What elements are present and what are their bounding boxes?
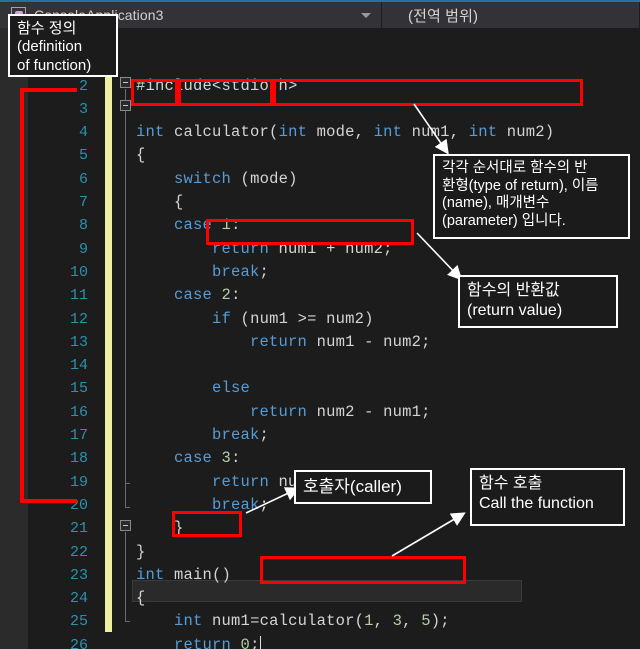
annotation-line: (return value) bbox=[467, 301, 563, 319]
line-number: 26 bbox=[69, 636, 88, 649]
code-line-row[interactable]: 25 return 0; bbox=[0, 587, 640, 649]
highlight-function-call bbox=[260, 556, 466, 584]
annotation-line: 함수의 반환값 bbox=[467, 282, 560, 299]
annotation-line: 각각 순서대로 함수의 반 bbox=[442, 160, 588, 176]
annotation-line: 환형(type of return), 이름 bbox=[442, 177, 599, 194]
code-lines: 1 #include<stdio.h> 2 3 int calculator(i… bbox=[0, 28, 640, 649]
annotation-definition-of-function: 함수 정의 (definition of function) bbox=[8, 14, 118, 77]
highlight-parameters bbox=[273, 79, 583, 106]
annotation-line: (parameter) 입니다. bbox=[442, 213, 566, 230]
annotation-line: (name), 매개변수 bbox=[442, 195, 550, 212]
highlight-main-function-name bbox=[172, 511, 242, 537]
annotation-line: 호출자(caller) bbox=[303, 476, 402, 496]
annotation-signature-explanation: 각각 순서대로 함수의 반 환형(type of return), 이름 (na… bbox=[433, 154, 630, 239]
code-line-row[interactable]: 18 return num1*num2; bbox=[0, 424, 640, 490]
fold-toggle-function-calculator[interactable] bbox=[120, 77, 131, 88]
highlight-function-name bbox=[178, 79, 273, 106]
code-line-row[interactable]: 15 return num2 - num1; bbox=[0, 354, 640, 420]
visual-studio-editor-screenshot: ConsoleApplication3 (전역 범위) 1 #include<s… bbox=[0, 0, 640, 649]
chevron-down-icon[interactable] bbox=[361, 12, 371, 18]
code-line-row[interactable]: 16 break; bbox=[0, 377, 640, 444]
fold-guide-main bbox=[125, 532, 126, 622]
change-marker-unsaved bbox=[105, 72, 112, 632]
code-folding-column[interactable] bbox=[118, 28, 140, 628]
code-line-row[interactable]: 14 else bbox=[0, 331, 640, 397]
annotation-line: 함수 정의 bbox=[17, 20, 77, 37]
annotation-line: 함수 호출 bbox=[479, 475, 543, 492]
member-scope-dropdown[interactable]: (전역 범위) bbox=[382, 2, 640, 28]
highlight-return-statement bbox=[206, 219, 414, 245]
code-line-row[interactable]: 5 switch (mode) bbox=[0, 121, 640, 187]
annotation-line: of function) bbox=[17, 56, 92, 74]
fold-guide-end-calculator bbox=[125, 507, 130, 508]
annotation-line: (definition bbox=[17, 38, 83, 56]
fold-toggle-switch[interactable] bbox=[120, 100, 131, 111]
code-line-row[interactable]: 17 case 3: bbox=[0, 401, 640, 467]
fold-guide-end-main bbox=[125, 621, 130, 622]
fold-toggle-function-main[interactable] bbox=[120, 520, 131, 531]
annotation-return-value: 함수의 반환값 (return value) bbox=[458, 275, 618, 328]
annotation-caller: 호출자(caller) bbox=[294, 470, 432, 504]
fold-guide-switch bbox=[125, 112, 126, 484]
fold-guide-end-switch bbox=[125, 483, 130, 484]
scope-label: (전역 범위) bbox=[408, 7, 479, 25]
annotation-line: Call the function bbox=[479, 494, 594, 512]
highlight-return-type bbox=[131, 79, 178, 106]
annotation-call-the-function: 함수 호출 Call the function bbox=[470, 468, 625, 526]
code-line-row[interactable]: 26 } bbox=[0, 610, 640, 649]
line-text: return 0; bbox=[174, 635, 261, 649]
